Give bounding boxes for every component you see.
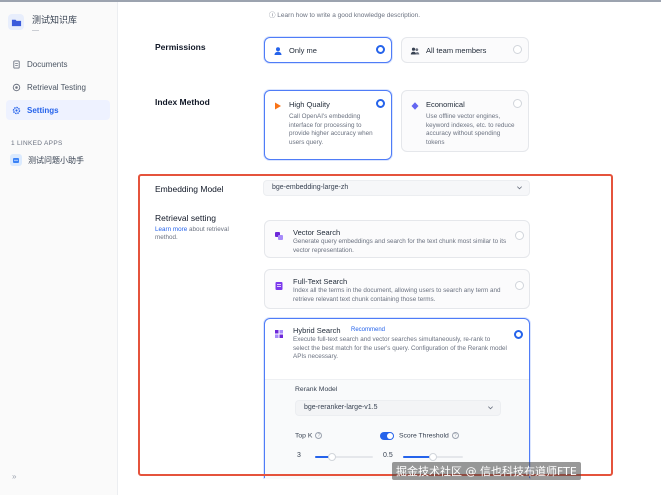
option-description: Use offline vector engines, keyword inde… — [426, 113, 515, 146]
permissions-label: Permissions — [155, 42, 206, 52]
dataset-header[interactable]: 测试知识库 — — [8, 14, 77, 35]
highlight-annotation-box — [138, 174, 613, 476]
permission-all-team[interactable]: All team members — [401, 37, 529, 63]
linked-app-name: 测试问题小助手 — [28, 155, 84, 165]
learn-description-link[interactable]: ⓘ Learn how to write a good knowledge de… — [269, 9, 420, 19]
index-method-label: Index Method — [155, 97, 210, 107]
watermark-text: 掘金技术社区 @ 信也科技布道师FTE — [392, 462, 581, 480]
sidebar-item-label: Settings — [27, 105, 59, 115]
gear-icon — [12, 106, 21, 114]
document-icon — [13, 59, 20, 69]
sidebar-item-settings[interactable]: Settings — [6, 100, 110, 120]
sidebar-item-retrieval-testing[interactable]: Retrieval Testing — [6, 77, 110, 97]
coin-icon — [409, 100, 420, 111]
settings-page: 测试知识库 — Documents Retrieval Testing Sett… — [0, 0, 661, 495]
radio-unselected[interactable] — [513, 99, 522, 108]
user-icon — [272, 45, 283, 56]
team-icon — [409, 45, 420, 56]
option-title: Economical — [426, 100, 465, 109]
spark-icon — [272, 100, 283, 111]
linked-app-item[interactable]: 测试问题小助手 — [10, 154, 84, 166]
target-icon — [12, 83, 21, 91]
folder-icon — [8, 14, 24, 30]
robot-icon — [10, 154, 22, 166]
collapse-sidebar-button[interactable]: » — [12, 472, 16, 481]
radio-selected[interactable] — [376, 45, 385, 54]
sidebar-item-documents[interactable]: Documents — [6, 54, 110, 74]
dataset-name: 测试知识库 — [32, 15, 78, 25]
index-economical[interactable]: Economical Use offline vector engines, k… — [401, 90, 529, 152]
dataset-subtitle: — — [32, 27, 39, 34]
permission-only-me[interactable]: Only me — [264, 37, 392, 63]
linked-apps-title: 1 LINKED APPS — [11, 140, 63, 147]
radio-unselected[interactable] — [513, 45, 522, 54]
option-title: Only me — [289, 46, 317, 55]
sidebar: 测试知识库 — Documents Retrieval Testing Sett… — [0, 2, 118, 495]
option-title: All team members — [426, 46, 487, 55]
option-description: Call OpenAI's embedding interface for pr… — [289, 113, 373, 146]
sidebar-nav: Documents Retrieval Testing Settings — [6, 54, 110, 123]
option-title: High Quality — [289, 100, 330, 109]
index-high-quality[interactable]: High Quality Call OpenAI's embedding int… — [264, 90, 392, 160]
sidebar-item-label: Retrieval Testing — [27, 82, 86, 92]
sidebar-item-label: Documents — [27, 59, 68, 69]
radio-selected[interactable] — [376, 99, 385, 108]
